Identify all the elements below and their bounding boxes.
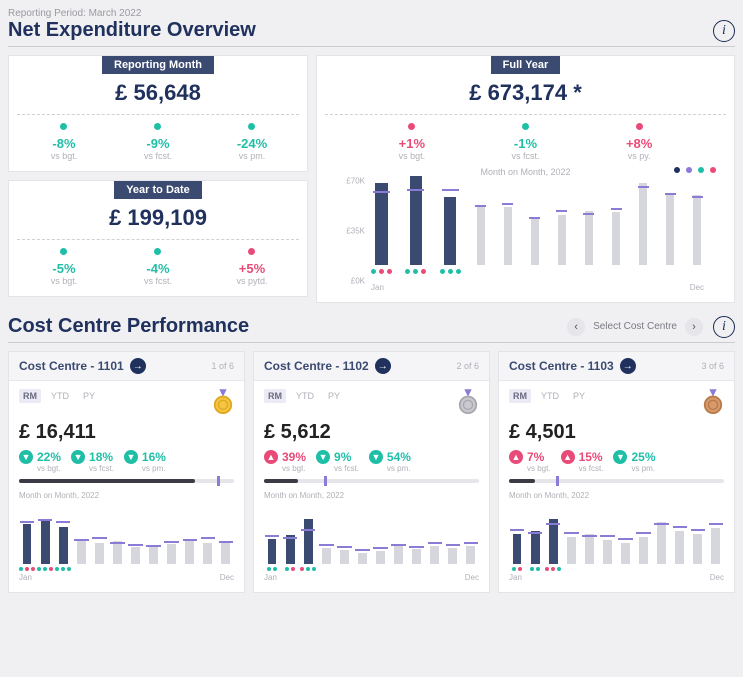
cost-centre-amount: £ 5,612	[264, 421, 479, 444]
cc-kpi: ▼ 22% vs bgt.	[19, 450, 61, 473]
cost-centre-amount: £ 16,411	[19, 421, 234, 444]
tab-rm[interactable]: RM	[19, 389, 41, 403]
progress-slider	[509, 479, 724, 483]
cost-centre-chart	[509, 504, 724, 564]
kpi: -1% vs fcst.	[469, 123, 582, 161]
xaxis-end: Dec	[465, 573, 479, 582]
full-year-ribbon: Full Year	[491, 56, 561, 74]
cc-kpi: ▼ 16% vs pm.	[124, 450, 166, 473]
cost-centre-count: 1 of 6	[211, 361, 234, 371]
full-year-card: Full Year £ 673,174 * +1% vs bgt. -1% vs…	[316, 55, 735, 303]
kpi: -9% vs fcst.	[111, 123, 204, 161]
next-cost-centre-button[interactable]: ›	[685, 318, 703, 336]
cost-centre-name: Cost Centre - 1103 →	[509, 358, 636, 374]
tab-ytd[interactable]: YTD	[537, 389, 563, 403]
rank-medal-icon	[457, 389, 479, 417]
kpi: -8% vs bgt.	[17, 123, 110, 161]
cost-centre-chart	[264, 504, 479, 564]
kpi: -4% vs fcst.	[111, 248, 204, 286]
cost-centre-card: Cost Centre - 1103 → 3 of 6 RM YTD PY £ …	[498, 351, 735, 593]
kpi: +1% vs bgt.	[356, 123, 469, 161]
info-icon[interactable]: i	[713, 316, 735, 338]
reporting-month-ribbon: Reporting Month	[102, 56, 214, 74]
cost-centre-count: 2 of 6	[456, 361, 479, 371]
rank-medal-icon	[212, 389, 234, 417]
cost-centre-chart	[19, 504, 234, 564]
progress-slider	[19, 479, 234, 483]
cost-centre-title: Cost Centre Performance	[8, 315, 249, 338]
cc-mom-label: Month on Month, 2022	[264, 491, 479, 500]
year-to-date-card: Year to Date £ 199,109 -5% vs bgt. -4% v…	[8, 180, 308, 297]
xaxis-start: Jan	[264, 573, 277, 582]
full-year-mom-chart: £70K £35K £0K	[369, 181, 706, 281]
tab-py[interactable]: PY	[79, 389, 99, 403]
period-tabs[interactable]: RM YTD PY	[19, 389, 99, 403]
kpi: -5% vs bgt.	[17, 248, 110, 286]
kpi: -24% vs pm.	[205, 123, 298, 161]
cc-kpi: ▼ 54% vs pm.	[369, 450, 411, 473]
tab-ytd[interactable]: YTD	[292, 389, 318, 403]
cc-kpi: ▼ 9% vs fcst.	[316, 450, 359, 473]
ytd-ribbon: Year to Date	[114, 181, 202, 199]
tab-rm[interactable]: RM	[264, 389, 286, 403]
tab-rm[interactable]: RM	[509, 389, 531, 403]
ytd-amount: £ 199,109	[17, 205, 299, 231]
xaxis-end: Dec	[710, 573, 724, 582]
cost-centre-name: Cost Centre - 1101 →	[19, 358, 146, 374]
tab-ytd[interactable]: YTD	[47, 389, 73, 403]
open-cost-centre-button[interactable]: →	[130, 358, 146, 374]
cc-kpi: ▼ 25% vs pm.	[613, 450, 655, 473]
progress-slider	[264, 479, 479, 483]
tab-py[interactable]: PY	[324, 389, 344, 403]
reporting-period-label: Reporting Period: March 2022	[8, 8, 256, 19]
info-icon[interactable]: i	[713, 20, 735, 42]
xaxis-start: Jan	[19, 573, 32, 582]
cc-mom-label: Month on Month, 2022	[509, 491, 724, 500]
period-tabs[interactable]: RM YTD PY	[509, 389, 589, 403]
cc-kpi: ▲ 15% vs fcst.	[561, 450, 604, 473]
cost-centre-name: Cost Centre - 1102 →	[264, 358, 391, 374]
chart-legend	[674, 167, 716, 173]
cc-kpi: ▲ 7% vs bgt.	[509, 450, 551, 473]
select-cost-centre-label: Select Cost Centre	[593, 321, 677, 332]
xaxis-end: Dec	[690, 283, 704, 292]
rank-medal-icon	[702, 389, 724, 417]
mom-chart-title: Month on Month, 2022	[325, 167, 726, 177]
reporting-month-amount: £ 56,648	[17, 80, 299, 106]
kpi: +5% vs pytd.	[205, 248, 298, 286]
cc-kpi: ▲ 39% vs bgt.	[264, 450, 306, 473]
cc-mom-label: Month on Month, 2022	[19, 491, 234, 500]
cost-centre-card: Cost Centre - 1102 → 2 of 6 RM YTD PY £ …	[253, 351, 490, 593]
xaxis-start: Jan	[371, 283, 384, 292]
xaxis-end: Dec	[220, 573, 234, 582]
xaxis-start: Jan	[509, 573, 522, 582]
page-title: Net Expenditure Overview	[8, 19, 256, 42]
open-cost-centre-button[interactable]: →	[375, 358, 391, 374]
cost-centre-amount: £ 4,501	[509, 421, 724, 444]
period-tabs[interactable]: RM YTD PY	[264, 389, 344, 403]
full-year-amount: £ 673,174 *	[325, 80, 726, 106]
cost-centre-count: 3 of 6	[701, 361, 724, 371]
cost-centre-card: Cost Centre - 1101 → 1 of 6 RM YTD PY £ …	[8, 351, 245, 593]
open-cost-centre-button[interactable]: →	[620, 358, 636, 374]
reporting-month-card: Reporting Month £ 56,648 -8% vs bgt. -9%…	[8, 55, 308, 172]
prev-cost-centre-button[interactable]: ‹	[567, 318, 585, 336]
kpi: +8% vs py.	[583, 123, 696, 161]
tab-py[interactable]: PY	[569, 389, 589, 403]
cc-kpi: ▼ 18% vs fcst.	[71, 450, 114, 473]
